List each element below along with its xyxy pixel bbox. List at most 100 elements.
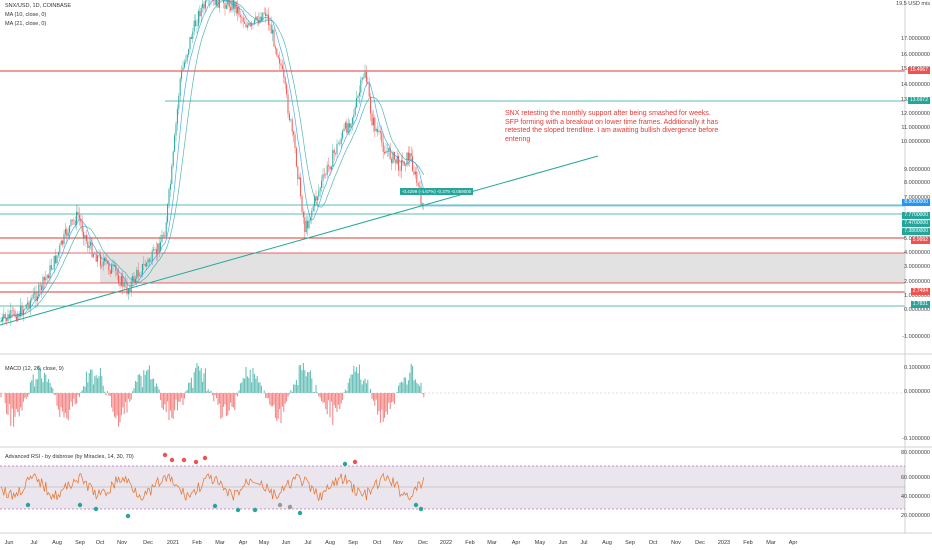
- candle-body: [330, 166, 332, 170]
- candle-body: [351, 117, 353, 124]
- macd-bar: [204, 368, 206, 393]
- macd-bar: [413, 380, 415, 393]
- candle-body: [94, 253, 96, 255]
- candle-body: [122, 275, 124, 287]
- rsi-signal-marker: [202, 455, 208, 461]
- macd-bar: [241, 382, 243, 393]
- macd-bar: [235, 393, 237, 395]
- candle-body: [158, 243, 160, 252]
- rsi-signal-marker: [342, 461, 348, 467]
- macd-bar: [99, 367, 101, 393]
- macd-bar: [392, 393, 394, 402]
- macd-bar: [32, 374, 34, 393]
- macd-bar: [71, 393, 73, 407]
- rsi-legend[interactable]: Advanced RSI - by disbrose (by Miracles,…: [5, 454, 134, 460]
- macd-bar: [308, 372, 310, 393]
- time-axis-label: Feb: [465, 540, 475, 546]
- macd-bar: [50, 386, 52, 393]
- candle-body: [84, 235, 86, 239]
- ma-fast-legend[interactable]: MA (10, close, 0): [5, 12, 46, 18]
- macd-bar: [123, 393, 125, 415]
- macd-bar: [350, 374, 352, 393]
- macd-bar: [34, 386, 36, 393]
- candle-body: [55, 255, 57, 264]
- candle-body: [274, 46, 276, 49]
- candle-body: [181, 70, 183, 79]
- time-axis-label: Feb: [192, 540, 202, 546]
- macd-bar: [129, 393, 131, 402]
- macd-bar: [67, 393, 69, 421]
- candle-body: [137, 269, 139, 277]
- macd-bar: [309, 370, 311, 393]
- macd-bar: [27, 393, 29, 397]
- symbol-legend[interactable]: SNX/USD, 1D, COINBASE: [5, 3, 71, 9]
- candle-body: [280, 63, 282, 66]
- price-axis-label: 16.0000000: [900, 52, 930, 58]
- candle-body: [361, 77, 363, 80]
- candle-body: [386, 151, 388, 152]
- candle-body: [423, 203, 425, 205]
- macd-bar: [203, 373, 205, 393]
- rsi-band: [0, 466, 905, 509]
- macd-bar: [60, 393, 62, 408]
- rsi-signal-marker: [77, 502, 83, 508]
- ma-slow-legend[interactable]: MA (21, close, 0): [5, 21, 46, 27]
- macd-bar: [111, 393, 113, 408]
- macd-bar: [244, 378, 246, 393]
- rsi-axis-label: 40.0000000: [900, 494, 930, 500]
- macd-bar: [77, 393, 79, 396]
- macd-bar: [20, 393, 22, 408]
- candle-body: [169, 184, 171, 190]
- macd-bar: [31, 380, 33, 393]
- macd-bar: [245, 367, 247, 393]
- macd-bar: [116, 393, 118, 416]
- price-pane[interactable]: [0, 0, 905, 352]
- candle-body: [56, 255, 58, 264]
- candle-body: [273, 29, 275, 47]
- rsi-signal-marker: [193, 459, 199, 465]
- candle-body: [116, 271, 118, 276]
- macd-bar: [52, 388, 54, 393]
- candle-body: [252, 23, 254, 24]
- candle-body: [230, 7, 232, 11]
- macd-bar: [384, 393, 386, 418]
- chart-canvas[interactable]: [0, 0, 932, 550]
- candle-body: [321, 180, 323, 188]
- candle-body: [195, 20, 197, 27]
- candle-body: [326, 165, 328, 175]
- candle-body: [183, 62, 185, 68]
- candle-body: [127, 289, 129, 295]
- macd-legend[interactable]: MACD (12, 26, close, 9): [5, 366, 64, 372]
- candle-body: [50, 265, 52, 270]
- macd-bar: [130, 393, 132, 400]
- macd-bar: [298, 365, 300, 393]
- candle-body: [241, 16, 243, 18]
- candle-body: [379, 131, 381, 133]
- rsi-signal-marker: [162, 452, 168, 458]
- macd-bar: [66, 393, 68, 419]
- candle-body: [293, 131, 295, 135]
- time-axis-label: Apr: [238, 540, 248, 546]
- macd-bar: [325, 393, 327, 410]
- macd-bar: [273, 393, 275, 405]
- candle-body: [304, 217, 306, 233]
- candle-body: [300, 177, 302, 196]
- candle-body: [297, 166, 299, 180]
- candle-body: [73, 220, 75, 221]
- macd-bar: [154, 386, 156, 393]
- candle-body: [414, 171, 416, 175]
- candle-body: [312, 206, 314, 211]
- macd-bar: [307, 371, 309, 393]
- macd-bar: [134, 380, 136, 393]
- rsi-signal-marker: [297, 510, 303, 516]
- time-axis-label: Apr: [788, 540, 798, 546]
- candle-body: [45, 277, 47, 281]
- macd-bar: [349, 378, 351, 393]
- measure-label[interactable]: -0.4299 (-4.67%) -0.379 -0.069000: [400, 188, 474, 195]
- price-tag: 5.9992: [910, 237, 930, 244]
- annotation-text[interactable]: SNX retesting the monthly support after …: [505, 110, 725, 144]
- macd-bar: [92, 384, 94, 393]
- macd-bar: [62, 393, 64, 412]
- candle-body: [407, 152, 409, 161]
- candle-body: [333, 150, 335, 154]
